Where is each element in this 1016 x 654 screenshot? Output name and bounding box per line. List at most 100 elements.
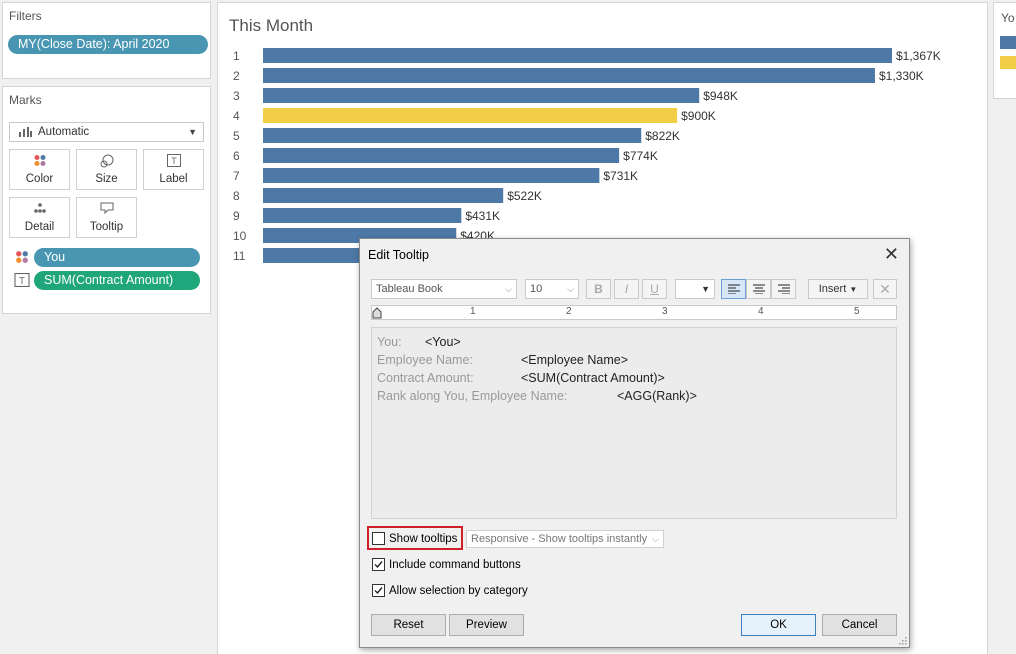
bold-button[interactable]: B — [586, 279, 611, 299]
bar[interactable] — [263, 88, 700, 103]
editor-label: Employee Name: — [377, 353, 473, 367]
marks-panel: Marks Automatic ▼ Color Size T Label Det… — [2, 86, 211, 314]
bar-chart-icon — [19, 127, 32, 137]
bar-value-label: $948K — [703, 89, 738, 103]
preview-button[interactable]: Preview — [449, 614, 524, 636]
cancel-button[interactable]: Cancel — [822, 614, 897, 636]
shelf-pill-contract-amount[interactable]: SUM(Contract Amount) — [34, 271, 200, 290]
bar[interactable] — [263, 168, 600, 183]
responsive-value: Responsive - Show tooltips instantly — [471, 533, 648, 545]
marks-title: Marks — [9, 93, 42, 107]
svg-text:T: T — [19, 276, 25, 287]
bar-value-label: $1,367K — [896, 49, 941, 63]
ruler-mark: 5 — [854, 306, 860, 317]
rank-label: 2 — [233, 69, 240, 83]
checkmark-icon — [374, 587, 383, 595]
ruler-mark: 3 — [662, 306, 668, 317]
bar[interactable] — [263, 128, 642, 143]
font-family-value: Tableau Book — [376, 283, 443, 295]
legend-title: Yo — [1001, 11, 1015, 25]
rank-label: 5 — [233, 129, 240, 143]
font-size-select[interactable]: 10 ⌵ — [525, 279, 579, 299]
legend-swatch-yellow[interactable] — [1000, 56, 1016, 69]
label-icon: T — [144, 150, 203, 170]
checkmark-icon — [374, 561, 383, 569]
tooltip-icon — [77, 198, 136, 218]
rank-label: 9 — [233, 209, 240, 223]
insert-button[interactable]: Insert ▼ — [808, 279, 868, 299]
font-family-select[interactable]: Tableau Book ⌵ — [371, 279, 517, 299]
font-color-select[interactable]: ▼ — [675, 279, 715, 299]
chevron-down-icon: ⌵ — [652, 534, 659, 544]
italic-button[interactable]: I — [614, 279, 639, 299]
resize-grip-icon[interactable] — [899, 637, 907, 645]
filter-pill-close-date[interactable]: MY(Close Date): April 2020 — [8, 35, 208, 54]
editor-field: <Employee Name> — [521, 353, 629, 367]
reset-button[interactable]: Reset — [371, 614, 446, 636]
align-center-button[interactable] — [746, 279, 771, 299]
svg-text:T: T — [171, 156, 177, 166]
marks-detail-button[interactable]: Detail — [9, 197, 70, 238]
chevron-down-icon: ▼ — [188, 127, 197, 137]
editor-field: <AGG(Rank)> — [617, 389, 697, 403]
edit-tooltip-dialog: Edit Tooltip ✕ Tableau Book ⌵ 10 ⌵ B I U… — [359, 238, 910, 648]
include-command-buttons-label: Include command buttons — [389, 559, 521, 571]
bar[interactable] — [263, 148, 620, 163]
font-size-value: 10 — [530, 283, 543, 295]
mark-type-label: Automatic — [38, 126, 90, 138]
bar[interactable] — [263, 68, 875, 83]
bar-value-label: $774K — [623, 149, 658, 163]
marks-label-label: Label — [159, 173, 188, 185]
rank-label: 1 — [233, 49, 240, 63]
align-right-icon — [777, 284, 790, 295]
bar[interactable] — [263, 108, 678, 123]
rank-label: 7 — [233, 169, 240, 183]
bar[interactable] — [263, 208, 462, 223]
allow-selection-label: Allow selection by category — [389, 585, 528, 597]
bar-value-label: $900K — [681, 109, 716, 123]
marks-size-button[interactable]: Size — [76, 149, 137, 190]
rank-label: 11 — [233, 249, 246, 263]
responsive-select[interactable]: Responsive - Show tooltips instantly ⌵ — [466, 530, 664, 548]
bar[interactable] — [263, 188, 504, 203]
mark-type-dropdown[interactable]: Automatic ▼ — [9, 122, 204, 142]
rank-label: 6 — [233, 149, 240, 163]
marks-tooltip-label: Tooltip — [89, 221, 124, 233]
align-left-button[interactable] — [721, 279, 746, 299]
show-tooltips-checkbox[interactable] — [372, 532, 385, 545]
shelf-pill-you[interactable]: You — [34, 248, 200, 267]
underline-button[interactable]: U — [642, 279, 667, 299]
clear-icon: ✕ — [879, 281, 891, 297]
marks-label-button[interactable]: T Label — [143, 149, 204, 190]
tooltip-editor[interactable]: You: <You> Employee Name: <Employee Name… — [371, 327, 897, 519]
chevron-down-icon: ⌵ — [505, 284, 512, 294]
clear-formatting-button[interactable]: ✕ — [873, 279, 897, 299]
chevron-down-icon: ▼ — [701, 284, 710, 294]
align-center-icon — [752, 284, 765, 295]
editor-label: Rank along You, Employee Name: — [377, 389, 568, 403]
ruler-mark: 1 — [470, 306, 476, 317]
marks-color-button[interactable]: Color — [9, 149, 70, 190]
color-icon — [16, 251, 28, 263]
close-icon[interactable]: ✕ — [884, 244, 899, 265]
dialog-title: Edit Tooltip — [368, 248, 429, 262]
chevron-down-icon: ▼ — [849, 285, 858, 294]
include-command-buttons-checkbox[interactable] — [372, 558, 385, 571]
ruler-indent-marker-icon — [372, 307, 382, 319]
align-left-icon — [727, 284, 740, 295]
ok-button[interactable]: OK — [741, 614, 816, 636]
legend-swatch-blue[interactable] — [1000, 36, 1016, 49]
rank-label: 3 — [233, 89, 240, 103]
bar[interactable] — [263, 48, 892, 63]
size-icon — [77, 150, 136, 170]
legend-panel: Yo — [993, 2, 1016, 99]
marks-size-label: Size — [95, 173, 118, 185]
align-right-button[interactable] — [771, 279, 796, 299]
marks-tooltip-button[interactable]: Tooltip — [76, 197, 137, 238]
ruler-mark: 4 — [758, 306, 764, 317]
editor-label: Contract Amount: — [377, 371, 474, 385]
ruler[interactable]: 1 2 3 4 5 — [371, 305, 897, 320]
allow-selection-checkbox[interactable] — [372, 584, 385, 597]
chevron-down-icon: ⌵ — [567, 284, 574, 294]
show-tooltips-label: Show tooltips — [389, 533, 458, 545]
